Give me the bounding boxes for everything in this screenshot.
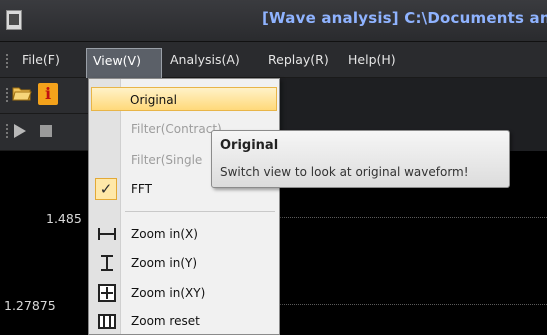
window-title: [Wave analysis] C:\Documents an — [262, 9, 547, 27]
menu-item-label: Filter(Contract) — [131, 122, 222, 136]
menu-file[interactable]: File(F) — [16, 48, 66, 72]
menu-item-label: Original — [130, 93, 177, 107]
toolbar-grip[interactable] — [6, 88, 8, 102]
tooltip-title: Original — [220, 138, 279, 153]
zoom-y-icon — [101, 255, 113, 271]
menu-item-original[interactable]: Original — [91, 87, 277, 111]
menu-bar: File(F) View(V) Analysis(A) Replay(R) He… — [0, 42, 547, 78]
play-icon[interactable] — [14, 124, 26, 138]
view-menu-dropdown: Original Filter(Contract) Filter(Single … — [88, 78, 280, 335]
menu-replay[interactable]: Replay(R) — [262, 48, 335, 72]
stop-icon[interactable] — [40, 125, 52, 137]
menu-item-zoom-y[interactable]: Zoom in(Y) — [91, 251, 277, 275]
checkmark-icon: ✓ — [95, 178, 117, 200]
tooltip: Original Switch view to look at original… — [211, 130, 510, 188]
menu-separator — [125, 211, 275, 212]
menu-item-zoom-xy[interactable]: Zoom in(XY) — [91, 281, 277, 305]
menu-item-label: Filter(Single — [131, 153, 203, 167]
menubar-grip[interactable] — [6, 54, 8, 68]
menu-item-zoom-reset[interactable]: Zoom reset — [91, 309, 277, 333]
zoom-x-icon — [98, 228, 116, 240]
menu-item-label: Zoom reset — [131, 314, 200, 328]
y-axis-label: 1.27875 — [4, 298, 56, 313]
menu-item-label: Zoom in(Y) — [131, 256, 198, 270]
y-axis-label: 1.485 — [46, 211, 82, 226]
app-icon[interactable] — [6, 10, 22, 30]
info-icon: i — [44, 84, 52, 103]
toolbar-grip[interactable] — [6, 124, 8, 138]
tooltip-description: Switch view to look at original waveform… — [220, 165, 469, 179]
open-folder-icon[interactable] — [12, 85, 32, 101]
menu-item-label: FFT — [131, 182, 152, 196]
zoom-xy-icon — [98, 284, 116, 302]
menu-view[interactable]: View(V) — [86, 48, 162, 78]
menu-analysis[interactable]: Analysis(A) — [164, 48, 246, 72]
menu-item-zoom-x[interactable]: Zoom in(X) — [91, 222, 277, 246]
menu-item-label: Zoom in(XY) — [131, 286, 206, 300]
menu-help[interactable]: Help(H) — [342, 48, 402, 72]
info-button[interactable]: i — [38, 83, 58, 105]
menu-item-label: Zoom in(X) — [131, 227, 198, 241]
zoom-reset-icon — [98, 314, 116, 329]
title-bar: [Wave analysis] C:\Documents an — [0, 0, 547, 42]
